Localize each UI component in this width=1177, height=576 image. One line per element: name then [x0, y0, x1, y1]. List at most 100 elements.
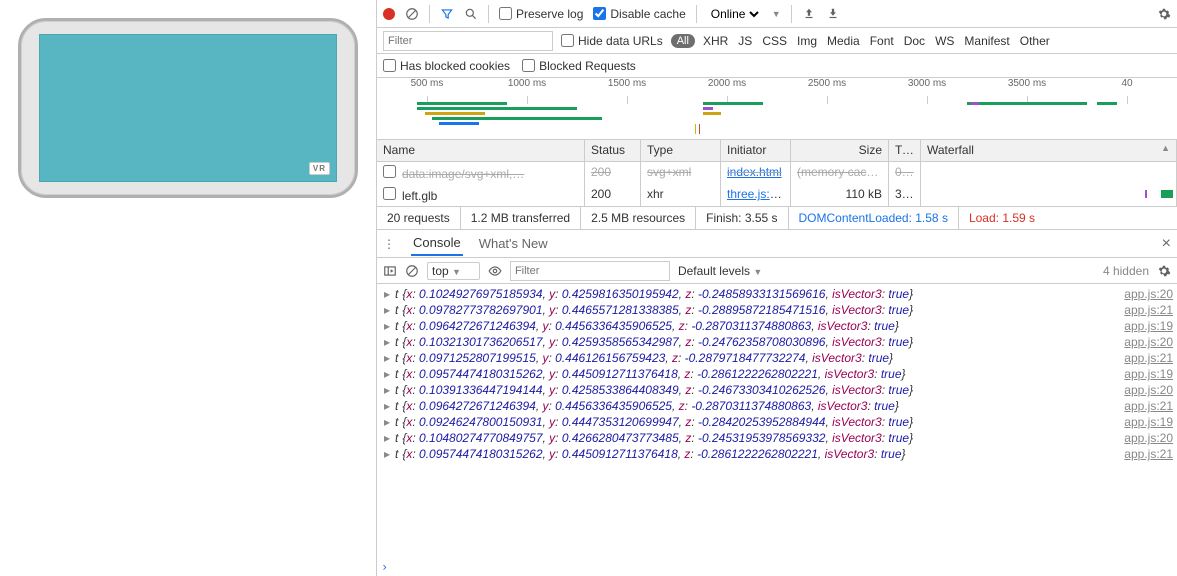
- log-source-link[interactable]: app.js:19: [1124, 319, 1173, 333]
- console-prompt[interactable]: ›: [377, 558, 1177, 576]
- settings-icon[interactable]: [1157, 7, 1171, 21]
- summary-domcontentloaded: DOMContentLoaded: 1.58 s: [789, 207, 959, 229]
- console-settings-icon[interactable]: [1157, 264, 1171, 278]
- drawer-tabs: ⋮ Console What's New ×: [377, 230, 1177, 258]
- console-log-entry[interactable]: ▸t{x: 0.0964272671246394, y: 0.445633643…: [381, 318, 1173, 334]
- network-toolbar: Preserve log Disable cache Online ▼: [377, 0, 1177, 28]
- disable-cache-checkbox[interactable]: Disable cache: [593, 7, 685, 21]
- filter-type-doc[interactable]: Doc: [904, 34, 925, 48]
- drawer-menu-icon[interactable]: ⋮: [383, 237, 397, 251]
- console-sidebar-icon[interactable]: [383, 264, 397, 278]
- throttling-select[interactable]: Online: [707, 6, 762, 22]
- filter-row-2: Has blocked cookies Blocked Requests: [377, 54, 1177, 78]
- filter-icon[interactable]: [440, 7, 454, 21]
- page-preview: VR: [0, 0, 376, 576]
- col-status: Status: [585, 140, 641, 161]
- log-source-link[interactable]: app.js:19: [1124, 367, 1173, 381]
- timeline-tick: 3000 ms: [877, 78, 977, 98]
- timeline-tick: 1000 ms: [477, 78, 577, 98]
- drawer-close-icon[interactable]: ×: [1162, 235, 1171, 253]
- summary-transferred: 1.2 MB transferred: [461, 207, 581, 229]
- timeline-tick: 40: [1077, 78, 1177, 98]
- summary-finish: Finish: 3.55 s: [696, 207, 788, 229]
- summary-load: Load: 1.59 s: [959, 207, 1045, 229]
- col-waterfall: Waterfall▲: [921, 140, 1177, 161]
- context-select[interactable]: top ▼: [427, 262, 480, 280]
- summary-resources: 2.5 MB resources: [581, 207, 696, 229]
- col-type: Type: [641, 140, 721, 161]
- console-log-entry[interactable]: ▸t{x: 0.09246247800150931, y: 0.44473531…: [381, 414, 1173, 430]
- log-source-link[interactable]: app.js:21: [1124, 399, 1173, 413]
- console-log-entry[interactable]: ▸t{x: 0.09574474180315262, y: 0.44509127…: [381, 446, 1173, 462]
- filter-type-img[interactable]: Img: [797, 34, 817, 48]
- upload-icon[interactable]: [802, 7, 816, 21]
- console-log-entry[interactable]: ▸t{x: 0.10249276975185934, y: 0.42598163…: [381, 286, 1173, 302]
- console-log-entry[interactable]: ▸t{x: 0.09574474180315262, y: 0.44509127…: [381, 366, 1173, 382]
- tab-console[interactable]: Console: [411, 231, 463, 256]
- timeline-overview[interactable]: 500 ms1000 ms1500 ms2000 ms2500 ms3000 m…: [377, 78, 1177, 140]
- filter-type-list: XHR JS CSS Img Media Font Doc WS Manifest Other: [703, 34, 1050, 48]
- filter-type-other[interactable]: Other: [1020, 34, 1050, 48]
- blocked-cookies-checkbox[interactable]: Has blocked cookies: [383, 59, 510, 73]
- timeline-tick: 3500 ms: [977, 78, 1077, 98]
- filter-type-media[interactable]: Media: [827, 34, 860, 48]
- col-size: Size: [791, 140, 889, 161]
- live-expression-icon[interactable]: [488, 264, 502, 278]
- console-log-entry[interactable]: ▸t{x: 0.10391336447194144, y: 0.42585338…: [381, 382, 1173, 398]
- table-row[interactable]: data:image/svg+xml,…200svg+xmlindex.html…: [377, 162, 1177, 184]
- log-source-link[interactable]: app.js:20: [1124, 383, 1173, 397]
- device-frame: VR: [18, 18, 358, 198]
- filter-type-font[interactable]: Font: [870, 34, 894, 48]
- filter-bar: Hide data URLs All XHR JS CSS Img Media Font D…: [377, 28, 1177, 54]
- log-levels-select[interactable]: Default levels ▼: [678, 264, 762, 278]
- blocked-requests-checkbox[interactable]: Blocked Requests: [522, 59, 636, 73]
- log-source-link[interactable]: app.js:21: [1124, 351, 1173, 365]
- filter-type-xhr[interactable]: XHR: [703, 34, 728, 48]
- console-filter-input[interactable]: [510, 261, 670, 281]
- col-initiator: Initiator: [721, 140, 791, 161]
- log-source-link[interactable]: app.js:20: [1124, 431, 1173, 445]
- col-name: Name: [377, 140, 585, 161]
- summary-requests: 20 requests: [377, 207, 461, 229]
- filter-type-ws[interactable]: WS: [935, 34, 954, 48]
- col-time: Ti…: [889, 140, 921, 161]
- record-button[interactable]: [383, 8, 395, 20]
- clear-icon[interactable]: [405, 7, 419, 21]
- network-summary: 20 requests 1.2 MB transferred 2.5 MB re…: [377, 206, 1177, 230]
- console-log-entry[interactable]: ▸t{x: 0.10321301736206517, y: 0.42593585…: [381, 334, 1173, 350]
- request-table-header[interactable]: Name Status Type Initiator Size Ti… Wate…: [377, 140, 1177, 162]
- filter-type-manifest[interactable]: Manifest: [964, 34, 1009, 48]
- filter-type-css[interactable]: CSS: [762, 34, 787, 48]
- vr-badge: VR: [309, 162, 330, 175]
- filter-input[interactable]: [383, 31, 553, 51]
- timeline-bars: [377, 100, 1177, 136]
- console-output[interactable]: ▸t{x: 0.10249276975185934, y: 0.42598163…: [377, 284, 1177, 558]
- timeline-tick: 500 ms: [377, 78, 477, 98]
- log-source-link[interactable]: app.js:21: [1124, 303, 1173, 317]
- request-table-body: data:image/svg+xml,…200svg+xmlindex.html…: [377, 162, 1177, 206]
- tab-whats-new[interactable]: What's New: [477, 232, 550, 255]
- timeline-tick: 2500 ms: [777, 78, 877, 98]
- table-row[interactable]: left.glb200xhrthree.js:2…110 kB3…: [377, 184, 1177, 206]
- console-log-entry[interactable]: ▸t{x: 0.0971252807199515, y: 0.446126156…: [381, 350, 1173, 366]
- search-icon[interactable]: [464, 7, 478, 21]
- filter-type-js[interactable]: JS: [738, 34, 752, 48]
- device-screen: VR: [39, 34, 337, 182]
- devtools-panel: Preserve log Disable cache Online ▼ Hide…: [376, 0, 1177, 576]
- timeline-tick: 1500 ms: [577, 78, 677, 98]
- filter-all-pill[interactable]: All: [671, 34, 695, 48]
- log-source-link[interactable]: app.js:21: [1124, 447, 1173, 461]
- clear-console-icon[interactable]: [405, 264, 419, 278]
- log-source-link[interactable]: app.js:20: [1124, 335, 1173, 349]
- hidden-count: 4 hidden: [1103, 264, 1149, 278]
- console-toolbar: top ▼ Default levels ▼ 4 hidden: [377, 258, 1177, 284]
- log-source-link[interactable]: app.js:19: [1124, 415, 1173, 429]
- console-log-entry[interactable]: ▸t{x: 0.09782773782697901, y: 0.44655712…: [381, 302, 1173, 318]
- download-icon[interactable]: [826, 7, 840, 21]
- console-log-entry[interactable]: ▸t{x: 0.10480274770849757, y: 0.42662804…: [381, 430, 1173, 446]
- hide-data-urls-checkbox[interactable]: Hide data URLs: [561, 34, 663, 48]
- log-source-link[interactable]: app.js:20: [1124, 287, 1173, 301]
- timeline-tick: 2000 ms: [677, 78, 777, 98]
- console-log-entry[interactable]: ▸t{x: 0.0964272671246394, y: 0.445633643…: [381, 398, 1173, 414]
- preserve-log-checkbox[interactable]: Preserve log: [499, 7, 583, 21]
